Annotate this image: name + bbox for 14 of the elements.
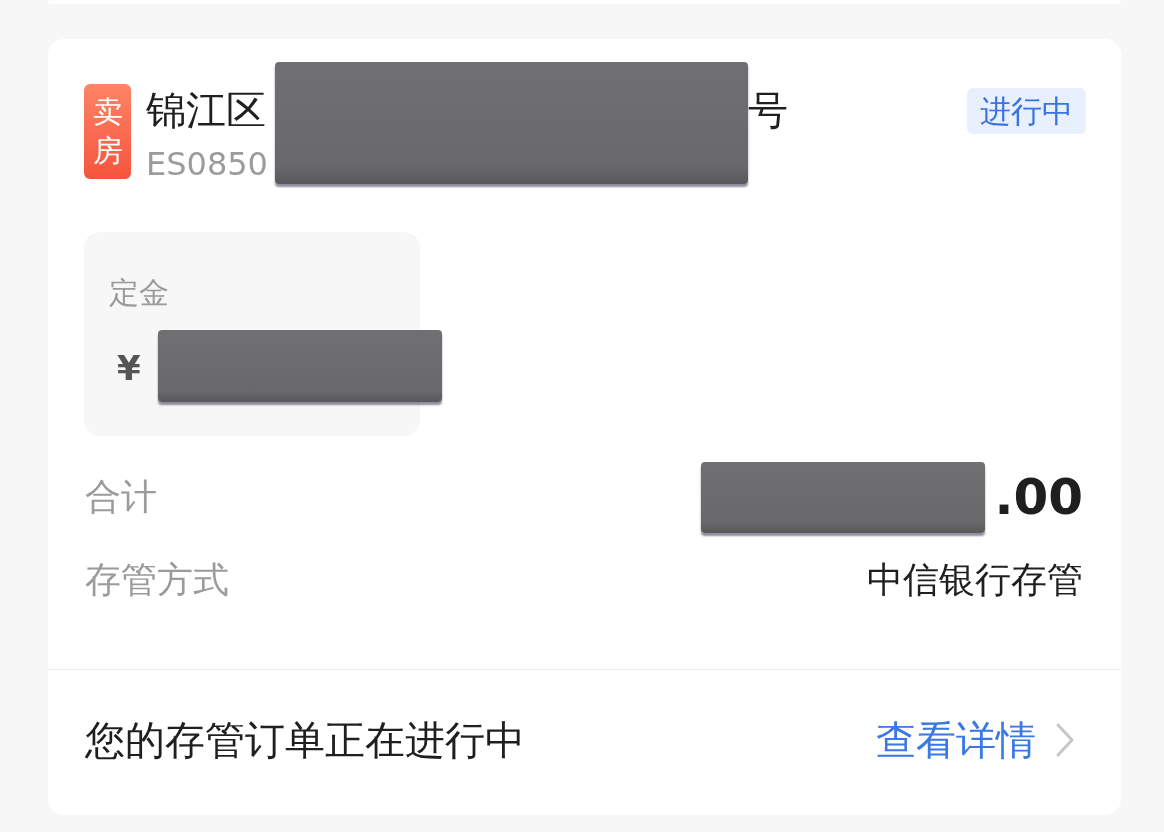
property-title: 号	[748, 86, 788, 135]
view-details-link[interactable]: 查看详情	[876, 712, 1036, 767]
total-amount: .00	[994, 467, 1083, 527]
deposit-label: 定金	[109, 274, 169, 312]
status-message: 您的存管订单正在进行中	[85, 715, 525, 765]
sale-badge: 卖房	[84, 84, 131, 179]
chevron-right-icon	[1055, 721, 1075, 758]
order-code: ES0850	[146, 144, 268, 185]
property-title: 锦江区	[146, 86, 266, 135]
custody-method: 中信银行存管	[867, 558, 1083, 602]
status-tag: 进行中	[967, 88, 1086, 134]
deposit-amount: ¥	[117, 347, 141, 390]
summary-label: 合计	[85, 475, 157, 519]
summary-label: 存管方式	[85, 558, 229, 602]
